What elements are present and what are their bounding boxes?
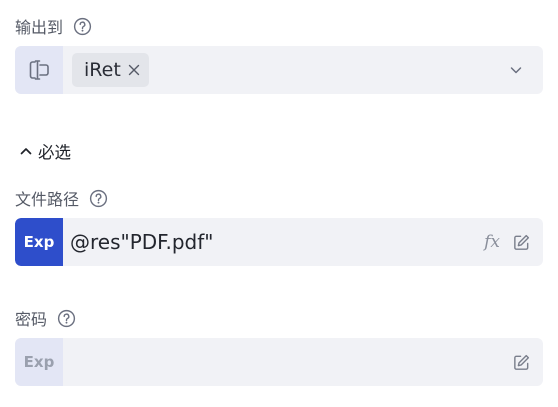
output-to-label: 输出到 — [15, 18, 64, 37]
variable-tag-label: iRet — [84, 59, 121, 81]
chevron-up-icon — [19, 144, 33, 158]
fx-icon[interactable]: fx — [484, 232, 500, 252]
close-icon[interactable] — [127, 63, 141, 77]
file-path-field[interactable]: Exp @res"PDF.pdf" fx — [15, 218, 543, 266]
help-icon[interactable] — [89, 189, 108, 208]
required-section-toggle[interactable]: 必选 — [19, 139, 71, 163]
password-tools — [512, 353, 531, 372]
password-field[interactable]: Exp — [15, 338, 543, 386]
file-path-label: 文件路径 — [15, 190, 80, 209]
expression-mode-badge[interactable]: Exp — [15, 218, 63, 266]
help-icon[interactable] — [57, 309, 76, 328]
file-path-label-row: 文件路径 — [15, 186, 108, 210]
variable-icon — [15, 46, 63, 94]
help-icon[interactable] — [73, 17, 92, 36]
file-path-tools: fx — [484, 232, 531, 252]
required-section-label: 必选 — [38, 143, 71, 162]
edit-icon[interactable] — [512, 353, 531, 372]
password-label-row: 密码 — [15, 306, 76, 330]
expression-mode-badge[interactable]: Exp — [15, 338, 63, 386]
variable-tag: iRet — [72, 53, 149, 87]
chevron-down-icon[interactable] — [509, 63, 523, 77]
output-variable-select[interactable]: iRet — [15, 46, 543, 94]
edit-icon[interactable] — [512, 233, 531, 252]
file-path-input[interactable]: @res"PDF.pdf" — [70, 230, 213, 254]
password-label: 密码 — [15, 310, 48, 329]
output-to-label-row: 输出到 — [15, 14, 92, 38]
